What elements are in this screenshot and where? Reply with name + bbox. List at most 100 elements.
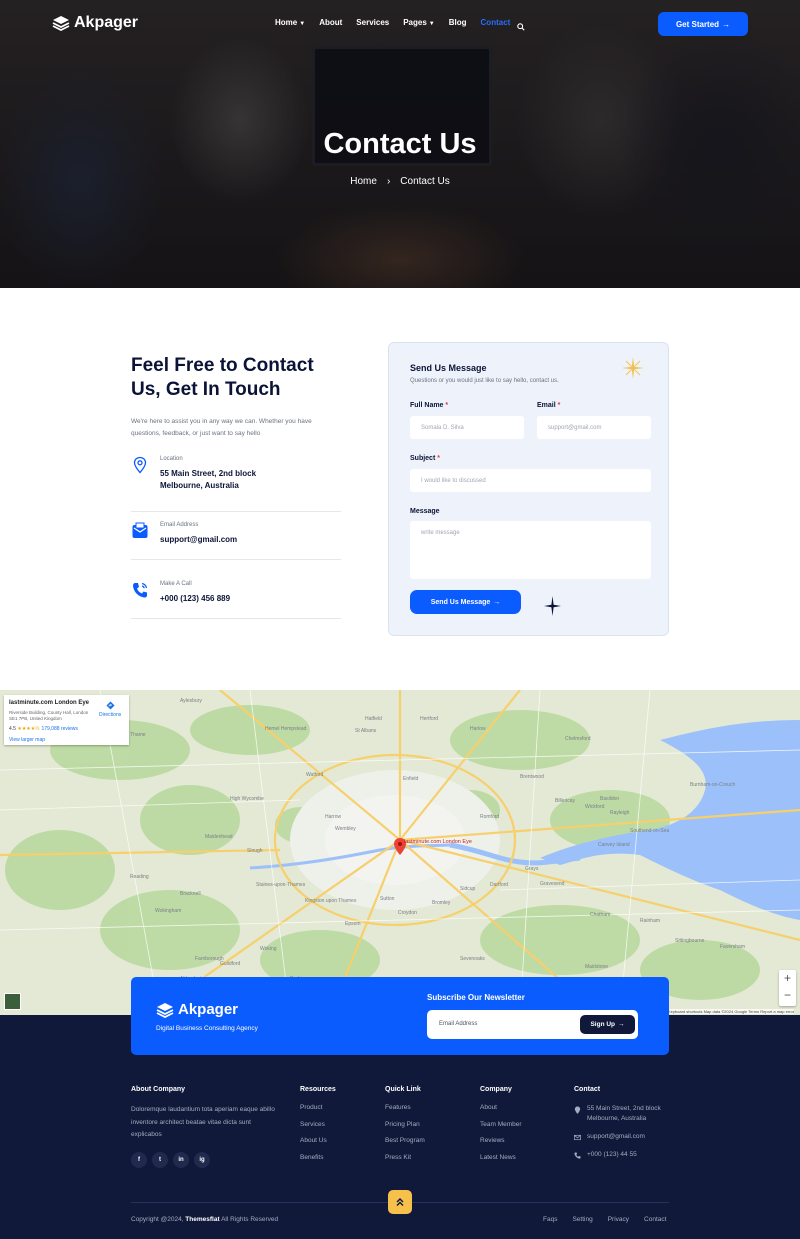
- zoom-in-button[interactable]: +: [779, 970, 796, 987]
- breadcrumb: Home › Contact Us: [0, 176, 800, 187]
- footer-link[interactable]: Reviews: [480, 1137, 522, 1154]
- subject-placeholder: I would like to discussed: [421, 477, 486, 484]
- copyright-brand[interactable]: Themesflat: [185, 1216, 219, 1223]
- email-input[interactable]: support@gmail.com: [537, 416, 651, 439]
- send-message-button[interactable]: Send Us Message →: [410, 590, 521, 614]
- breadcrumb-separator: ›: [386, 176, 391, 187]
- required-mark: *: [557, 402, 561, 409]
- site-logo[interactable]: Akpager: [52, 14, 138, 32]
- subject-input[interactable]: I would like to discussed: [410, 469, 651, 492]
- hero-section: Akpager Home ▼ About Services Pages ▼ Blog…: [0, 0, 800, 288]
- svg-text:Chelmsford: Chelmsford: [565, 736, 591, 742]
- location-line-1: 55 Main Street, 2nd block: [160, 469, 257, 478]
- footer-link[interactable]: About: [480, 1104, 522, 1121]
- breadcrumb-home[interactable]: Home: [350, 176, 377, 187]
- scroll-to-top-button[interactable]: [388, 1190, 412, 1214]
- company-heading: Company: [480, 1086, 512, 1093]
- nav-about[interactable]: About: [319, 18, 342, 27]
- svg-text:Wickford: Wickford: [585, 804, 605, 810]
- email-icon: [132, 522, 148, 538]
- reviews-link[interactable]: 179,088 reviews: [41, 726, 77, 732]
- contact-description: We're here to assist you in any way we c…: [131, 418, 312, 437]
- map-pin-label[interactable]: lastminute.com London Eye: [404, 839, 472, 846]
- map-layer-thumbnail[interactable]: [4, 993, 21, 1010]
- email-value[interactable]: support@gmail.com: [160, 534, 237, 546]
- footer-link[interactable]: Team Member: [480, 1121, 522, 1138]
- footer-link[interactable]: Best Program: [385, 1137, 425, 1154]
- map-place-card: lastminute.com London Eye Riverside Buil…: [4, 695, 129, 745]
- get-started-label: Get Started: [675, 19, 720, 29]
- footer-address: 55 Main Street, 2nd block Melbourne, Aus…: [574, 1104, 674, 1124]
- instagram-icon[interactable]: ig: [194, 1152, 210, 1168]
- copyright-prefix: Copyright @2024,: [131, 1216, 186, 1223]
- nav-services[interactable]: Services: [356, 18, 389, 27]
- svg-text:Hatfield: Hatfield: [365, 716, 382, 722]
- social-links: f t in ig: [131, 1152, 210, 1168]
- search-icon[interactable]: [517, 18, 525, 36]
- footer-email-text: support@gmail.com: [587, 1133, 645, 1140]
- footer-link[interactable]: Services: [300, 1121, 336, 1138]
- footer-bottom-link-contact[interactable]: Contact: [644, 1216, 666, 1223]
- facebook-icon[interactable]: f: [131, 1152, 147, 1168]
- map-attribution[interactable]: Keyboard shortcuts Map data ©2024 Google…: [668, 1009, 795, 1014]
- message-textarea[interactable]: write message: [410, 521, 651, 579]
- svg-text:Thame: Thame: [130, 732, 146, 738]
- required-mark: *: [445, 402, 449, 409]
- embedded-map[interactable]: Aylesbury Hemel Hempstead St Albans Hatfie…: [0, 690, 800, 1015]
- nav-home-label: Home: [275, 18, 298, 27]
- directions-button[interactable]: Directions: [99, 701, 121, 718]
- footer-quick-link-column: Quick Link Features Pricing Plan Best Pr…: [385, 1086, 425, 1170]
- logo-text: Akpager: [74, 14, 139, 31]
- nav-contact[interactable]: Contact: [481, 18, 511, 27]
- newsletter-email-input[interactable]: Email Address Sign Up →: [427, 1010, 638, 1039]
- nav-blog[interactable]: Blog: [449, 18, 467, 27]
- footer-link[interactable]: Press Kit: [385, 1154, 425, 1171]
- svg-text:Staines-upon-Thames: Staines-upon-Thames: [256, 882, 306, 888]
- nav-pages[interactable]: Pages ▼: [403, 18, 435, 27]
- footer-logo-text: Akpager: [178, 1001, 239, 1018]
- footer-contact-column: Contact 55 Main Street, 2nd block Melbou…: [574, 1086, 674, 1168]
- chevron-down-icon: ▼: [428, 21, 435, 27]
- footer-company-column: Company About Team Member Reviews Latest…: [480, 1086, 522, 1170]
- view-larger-map-link[interactable]: View larger map: [9, 737, 45, 743]
- resources-heading: Resources: [300, 1086, 336, 1093]
- footer-link[interactable]: Benefits: [300, 1154, 336, 1171]
- email-field-label-text: Email: [537, 402, 556, 409]
- arrow-right-icon: →: [493, 598, 501, 606]
- footer-email[interactable]: support@gmail.com: [574, 1132, 674, 1142]
- svg-text:Wokingham: Wokingham: [155, 908, 181, 914]
- footer-link[interactable]: About Us: [300, 1137, 336, 1154]
- footer-logo[interactable]: Akpager: [156, 1001, 238, 1018]
- phone-label: Make A Call: [160, 581, 192, 587]
- footer-link[interactable]: Latest News: [480, 1154, 522, 1171]
- footer-phone-text: +000 (123) 44 55: [587, 1151, 637, 1158]
- svg-text:Enfield: Enfield: [403, 776, 419, 782]
- footer-link[interactable]: Pricing Plan: [385, 1121, 425, 1138]
- linkedin-icon[interactable]: in: [173, 1152, 189, 1168]
- sparkle-icon: [622, 357, 644, 379]
- location-item: Location 55 Main Street, 2nd block Melbo…: [131, 456, 341, 512]
- footer-link[interactable]: Product: [300, 1104, 336, 1121]
- svg-text:Sevenoaks: Sevenoaks: [460, 956, 485, 962]
- footer-bottom-link-setting[interactable]: Setting: [572, 1216, 592, 1223]
- svg-text:Sidcup: Sidcup: [460, 886, 476, 892]
- get-started-button[interactable]: Get Started →: [658, 12, 748, 36]
- footer-phone[interactable]: +000 (123) 44 55: [574, 1150, 674, 1160]
- footer-link[interactable]: Features: [385, 1104, 425, 1121]
- full-name-input[interactable]: Somala D. Silva: [410, 416, 524, 439]
- svg-text:Harrow: Harrow: [325, 814, 342, 820]
- nav-home[interactable]: Home ▼: [275, 18, 305, 27]
- footer-bottom-link-privacy[interactable]: Privacy: [608, 1216, 629, 1223]
- svg-text:Bracknell: Bracknell: [180, 891, 201, 897]
- sign-up-button[interactable]: Sign Up →: [580, 1015, 635, 1034]
- nav-contact-label: Contact: [480, 18, 511, 27]
- twitter-icon[interactable]: t: [152, 1152, 168, 1168]
- directions-icon: [106, 701, 115, 710]
- phone-value[interactable]: +000 (123) 456 889: [160, 593, 230, 605]
- svg-text:Southend-on-Sea: Southend-on-Sea: [630, 828, 669, 834]
- svg-text:Rainham: Rainham: [640, 918, 660, 924]
- footer-bottom-link-faqs[interactable]: Faqs: [543, 1216, 557, 1223]
- place-address: Riverside Building, County Hall, London …: [9, 710, 89, 721]
- zoom-out-button[interactable]: −: [779, 987, 796, 1004]
- logo-layers-icon: [52, 16, 70, 31]
